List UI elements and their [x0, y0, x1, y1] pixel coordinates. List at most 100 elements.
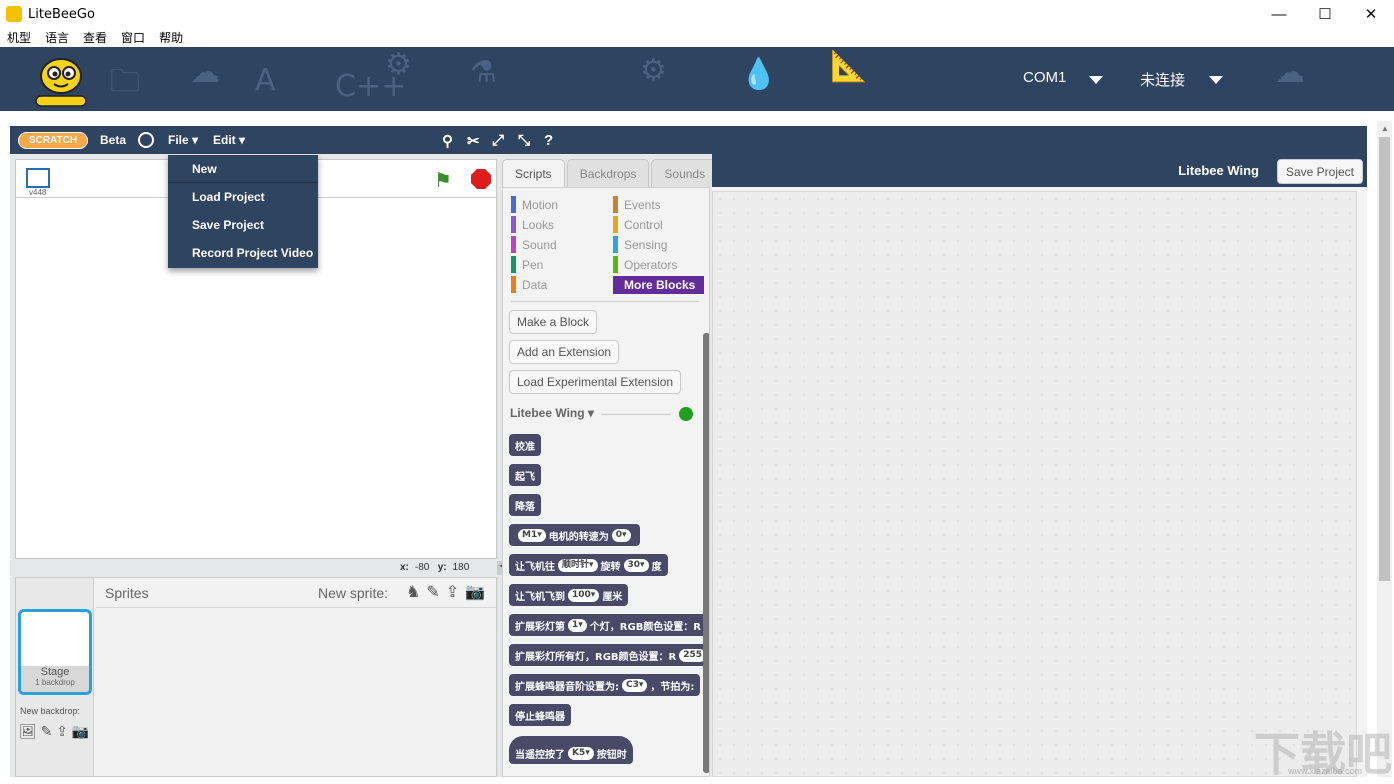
scripts-area[interactable]	[712, 187, 1367, 777]
file-dropdown: New Load Project Save Project Record Pro…	[168, 155, 318, 268]
x-label: x:	[400, 562, 409, 573]
new-sprite-tools: ♞✎⇪📷	[406, 582, 491, 602]
paint-backdrop-icon[interactable]: ✎	[41, 723, 53, 739]
menu-model[interactable]: 机型	[0, 29, 38, 46]
file-menu[interactable]: File ▾	[168, 133, 198, 147]
sprite-name: Litebee Wing	[1178, 163, 1259, 178]
upload-sprite-icon[interactable]: ⇪	[446, 584, 465, 601]
menu-view[interactable]: 查看	[76, 29, 114, 46]
help-icon[interactable]: ?	[544, 132, 553, 149]
stop-icon[interactable]	[471, 169, 491, 189]
connection-status[interactable]: 未连接	[1140, 69, 1185, 90]
block-when-remote-pressed[interactable]: 当遥控按了 K5▾ 按钮时	[509, 736, 633, 764]
block-input[interactable]: K5▾	[568, 746, 594, 760]
block-input[interactable]: 0▾	[611, 528, 631, 542]
close-button[interactable]: ✕	[1348, 0, 1394, 28]
category-events[interactable]: Events	[613, 196, 661, 213]
block-buzzer-note[interactable]: 扩展蜂鸣器音阶设置为: C3▾ ，节拍为:	[509, 674, 701, 696]
category-motion[interactable]: Motion	[511, 196, 558, 213]
green-flag-icon[interactable]: ⚑	[434, 168, 452, 193]
camera-backdrop-icon[interactable]: 📷	[72, 723, 89, 739]
scratch-topbar: SCRATCH Beta File ▾ Edit ▾ ⚲ ✂ ⤢ ⤡ ?	[10, 126, 1367, 154]
category-color	[613, 256, 618, 273]
menu-language[interactable]: 语言	[38, 29, 76, 46]
load-experimental-extension-button[interactable]: Load Experimental Extension	[509, 370, 682, 394]
block-stop-buzzer[interactable]: 停止蜂鸣器	[509, 704, 571, 726]
com-port-select[interactable]: COM1	[1023, 69, 1066, 86]
make-block-button[interactable]: Make a Block	[509, 310, 598, 334]
block-input[interactable]: 1▾	[568, 618, 587, 632]
scrollbar-thumb[interactable]	[1379, 137, 1390, 581]
category-operators[interactable]: Operators	[613, 256, 677, 273]
menu-bar: 机型 语言 查看 窗口 帮助	[0, 28, 1394, 47]
decor-gear-icon: ⚙	[385, 47, 412, 82]
category-more-blocks[interactable]: More Blocks	[613, 276, 704, 294]
maximize-button[interactable]: ☐	[1302, 0, 1348, 28]
category-color	[511, 216, 516, 233]
tab-sounds[interactable]: Sounds	[651, 159, 719, 187]
mouse-coordinates: x: -80 y: 180	[400, 562, 469, 573]
paint-sprite-icon[interactable]: ✎	[426, 584, 445, 601]
tab-backdrops[interactable]: Backdrops	[566, 159, 650, 187]
category-sound[interactable]: Sound	[511, 236, 557, 253]
camera-sprite-icon[interactable]: 📷	[465, 584, 491, 601]
block-input[interactable]: 30▾	[623, 558, 649, 572]
backdrop-library-icon[interactable]: 🖼	[19, 723, 37, 739]
menu-help[interactable]: 帮助	[152, 29, 190, 46]
chevron-down-icon[interactable]	[1089, 76, 1103, 84]
duplicate-icon[interactable]: ⚲	[442, 132, 453, 150]
sprite-library-icon[interactable]: ♞	[406, 584, 426, 601]
block-takeoff[interactable]: 起飞	[509, 464, 541, 486]
sprites-title: Sprites	[105, 585, 149, 601]
scripts-canvas[interactable]	[712, 191, 1357, 777]
block-input[interactable]: 100▾	[568, 588, 600, 602]
category-sensing[interactable]: Sensing	[613, 236, 667, 253]
menu-item-record-video[interactable]: Record Project Video	[168, 239, 318, 267]
block-land[interactable]: 降落	[509, 494, 541, 516]
block-led-single[interactable]: 扩展彩灯第 1▾ 个灯，RGB颜色设置：R	[509, 614, 708, 636]
menu-item-save-project[interactable]: Save Project	[168, 211, 318, 239]
palette-scrollbar[interactable]	[703, 333, 709, 773]
tab-scripts[interactable]: Scripts	[502, 159, 565, 187]
cut-icon[interactable]: ✂	[467, 132, 480, 150]
fullscreen-icon[interactable]	[26, 168, 50, 188]
block-input[interactable]: 255	[679, 648, 707, 662]
minimize-button[interactable]: —	[1256, 0, 1302, 28]
grow-icon[interactable]: ⤢	[492, 132, 504, 149]
category-looks[interactable]: Looks	[511, 216, 554, 233]
upload-backdrop-icon[interactable]: ⇪	[56, 723, 68, 739]
block-led-all[interactable]: 扩展彩灯所有灯，RGB颜色设置：R 255	[509, 644, 709, 666]
window-controls: — ☐ ✕	[1256, 0, 1394, 28]
scroll-up-icon[interactable]: ▲	[1381, 124, 1389, 133]
new-sprite-label: New sprite:	[318, 585, 389, 601]
block-motor-speed[interactable]: M1▾ 电机的转速为 0▾	[509, 524, 640, 546]
stage-thumbnail[interactable]: Stage 1 backdrop	[18, 609, 92, 695]
add-extension-button[interactable]: Add an Extension	[509, 340, 620, 364]
category-color	[613, 196, 618, 213]
block-input[interactable]: M1▾	[518, 528, 546, 542]
new-backdrop-label: New backdrop:	[20, 706, 81, 716]
chevron-down-icon[interactable]	[1209, 76, 1223, 84]
block-fly-to-height[interactable]: 让飞机飞到 100▾ 厘米	[509, 584, 629, 606]
window-scrollbar[interactable]: ▲	[1377, 121, 1392, 777]
decor-folder-icon: 🗀	[110, 64, 140, 99]
scratch-logo[interactable]: SCRATCH	[18, 132, 88, 149]
decor-gear-icon: ⚙	[640, 53, 667, 88]
block-calibrate[interactable]: 校准	[509, 434, 541, 456]
category-pen[interactable]: Pen	[511, 256, 543, 273]
extension-name[interactable]: Litebee Wing ▾	[510, 406, 594, 420]
globe-icon[interactable]	[138, 132, 154, 148]
block-input[interactable]: C3▾	[622, 678, 648, 692]
category-control[interactable]: Control	[613, 216, 663, 233]
menu-window[interactable]: 窗口	[114, 29, 152, 46]
category-data[interactable]: Data	[511, 276, 547, 293]
edit-menu[interactable]: Edit ▾	[213, 133, 245, 147]
scripts-header: Litebee Wing Save Project	[712, 154, 1367, 187]
shrink-icon[interactable]: ⤡	[518, 132, 530, 149]
menu-item-load-project[interactable]: Load Project	[168, 183, 318, 211]
block-rotate[interactable]: 让飞机往 顺时针▾ 旋转 30▾ 度	[509, 554, 668, 576]
block-input[interactable]: 顺时针▾	[558, 558, 598, 572]
menu-item-new[interactable]: New	[168, 155, 318, 183]
category-color	[613, 216, 618, 233]
save-project-button[interactable]: Save Project	[1276, 159, 1363, 184]
